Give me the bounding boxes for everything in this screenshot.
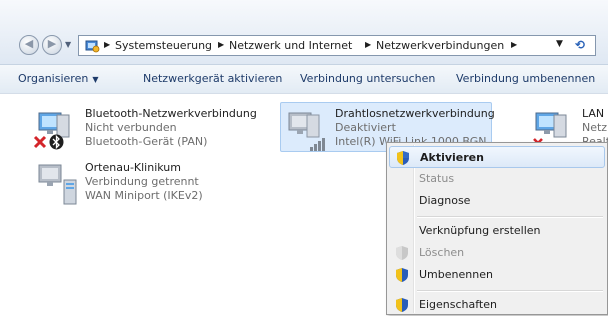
window-header: ◀ ▶ ▼ ▶ Systemsteuerung ▶ Netzwerk und I… [0, 0, 608, 65]
context-menu: Aktivieren Status Diagnose Verknüpfung e… [386, 142, 608, 315]
connection-device: Bluetooth-Gerät (PAN) [85, 135, 208, 148]
error-x-icon [33, 135, 47, 149]
address-bar[interactable]: ▶ Systemsteuerung ▶ Netzwerk und Interne… [78, 35, 596, 56]
connection-name: Drahtlosnetzwerkverbindung [335, 107, 495, 120]
recent-pages-dropdown[interactable]: ▼ [65, 40, 73, 49]
breadcrumb-systemsteuerung[interactable]: Systemsteuerung [115, 39, 212, 52]
connection-status: Nicht verbunden [85, 121, 177, 134]
menu-item-umbenennen[interactable]: Umbenennen [389, 264, 605, 286]
uac-shield-icon [396, 298, 408, 312]
uac-shield-icon [396, 246, 408, 260]
menu-item-diagnose[interactable]: Diagnose [389, 190, 605, 212]
breadcrumb-separator[interactable]: ▶ [511, 40, 517, 49]
bluetooth-icon [49, 134, 64, 150]
connection-name: Ortenau-Klinikum [85, 161, 181, 174]
breadcrumb-netzwerk-und-internet[interactable]: Netzwerk und Internet [229, 39, 352, 52]
modem-icon [63, 179, 77, 205]
address-dropdown-button[interactable]: ▼ [556, 39, 563, 49]
uac-shield-icon [396, 268, 408, 282]
menu-item-label: Löschen [419, 246, 465, 259]
menu-item-label: Status [419, 172, 455, 185]
uac-shield-icon [397, 151, 409, 165]
menu-item-verknuepfung-erstellen[interactable]: Verknüpfung erstellen [389, 220, 605, 242]
back-button[interactable]: ◀ [19, 35, 39, 55]
connection-device: WAN Miniport (IKEv2) [85, 189, 203, 202]
menu-separator [417, 216, 603, 218]
menu-item-status[interactable]: Status [389, 168, 605, 190]
menu-item-label: Verknüpfung erstellen [419, 224, 541, 237]
back-arrow-icon: ◀ [24, 37, 34, 50]
activate-device-button[interactable]: Netzwerkgerät aktivieren [143, 72, 282, 85]
connection-status: Verbindung getrennt [85, 175, 199, 188]
breadcrumb-separator[interactable]: ▶ [218, 40, 224, 49]
command-bar: Organisieren ▼ Netzwerkgerät aktivieren V… [0, 65, 608, 94]
menu-separator [417, 290, 603, 292]
connection-status: Deaktiviert [335, 121, 396, 134]
breadcrumb-separator[interactable]: ▶ [104, 40, 110, 49]
connection-name: Bluetooth-Netzwerkverbindung [85, 107, 257, 120]
connection-status: Netz [582, 121, 608, 134]
rename-connection-button[interactable]: Verbindung umbenennen [456, 72, 595, 85]
menu-item-label: Eigenschaften [419, 298, 497, 311]
connection-name: LAN [582, 107, 605, 120]
control-panel-icon [85, 40, 100, 53]
menu-item-aktivieren[interactable]: Aktivieren [389, 146, 605, 168]
breadcrumb-separator[interactable]: ▶ [365, 40, 371, 49]
menu-item-label: Aktivieren [420, 151, 484, 164]
menu-item-loeschen[interactable]: Löschen [389, 242, 605, 264]
menu-item-eigenschaften[interactable]: Eigenschaften [389, 294, 605, 316]
forward-button[interactable]: ▶ [42, 35, 62, 55]
forward-arrow-icon: ▶ [47, 37, 57, 50]
refresh-icon[interactable]: ⟲ [575, 38, 592, 53]
menu-item-label: Umbenennen [419, 268, 493, 281]
organize-button[interactable]: Organisieren ▼ [18, 72, 98, 85]
diagnose-connection-button[interactable]: Verbindung untersuchen [300, 72, 435, 85]
organize-label: Organisieren [18, 72, 89, 85]
wifi-bars-icon [310, 138, 325, 151]
chevron-down-icon: ▼ [92, 75, 99, 84]
breadcrumb-netzwerkverbindungen[interactable]: Netzwerkverbindungen [376, 39, 504, 52]
menu-item-label: Diagnose [419, 194, 471, 207]
